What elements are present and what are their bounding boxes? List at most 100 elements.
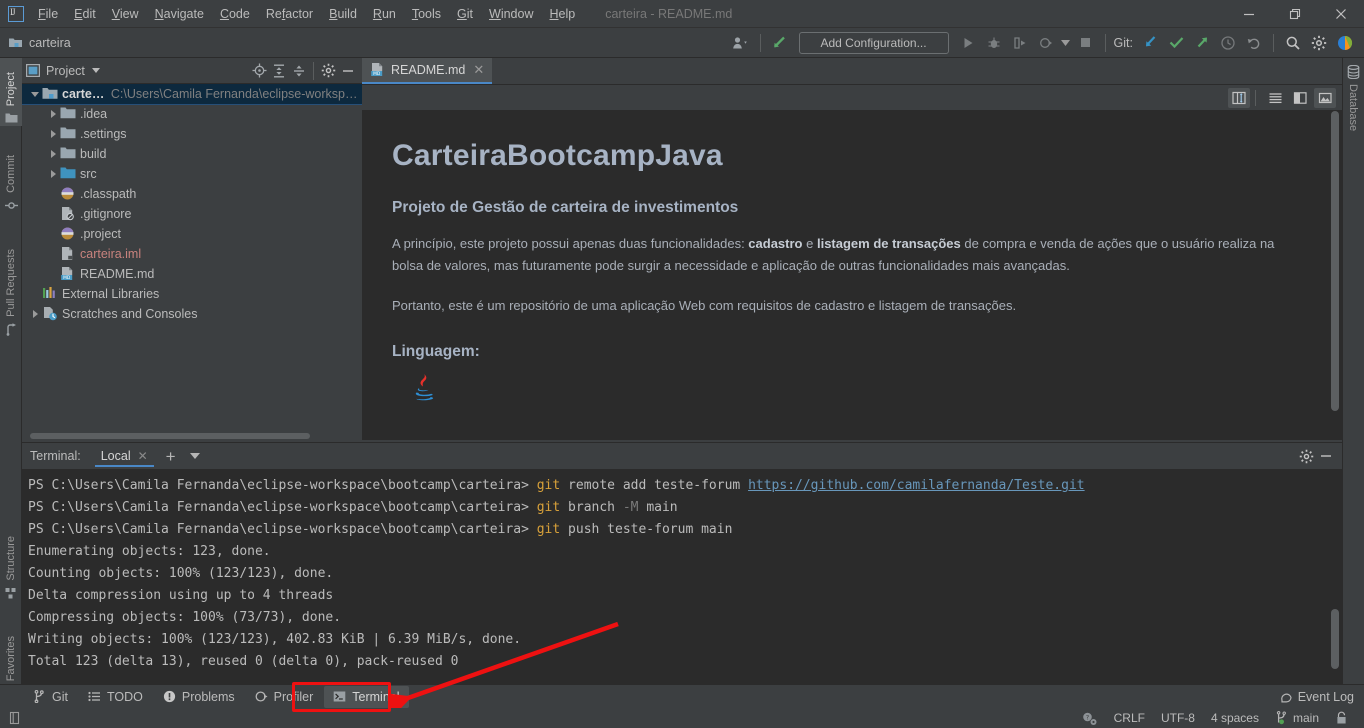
terminal-output[interactable]: PS C:\Users\Camila Fernanda\eclipse-work… (22, 469, 1342, 684)
sidebar-item-pull-requests[interactable]: Pull Requests (0, 226, 22, 338)
menu-build[interactable]: Build (321, 3, 365, 25)
indent-status[interactable]: 4 spaces (1211, 711, 1259, 725)
menu-edit[interactable]: Edit (66, 3, 104, 25)
show-source-icon[interactable] (1264, 88, 1286, 108)
project-tree-horizontal-scrollbar[interactable] (22, 431, 362, 440)
profile-icon[interactable] (1034, 31, 1058, 55)
close-button[interactable] (1318, 0, 1364, 28)
bottom-item-git[interactable]: Git (24, 686, 77, 708)
git-branch-status[interactable]: main (1275, 711, 1319, 725)
sidebar-item-structure[interactable]: Structure (0, 518, 22, 602)
hide-icon[interactable] (338, 61, 358, 81)
close-icon[interactable]: ✕ (138, 449, 148, 463)
editor-vertical-scrollbar[interactable] (1331, 111, 1339, 431)
twisty-right-icon[interactable] (46, 170, 60, 178)
close-icon[interactable]: ✕ (473, 62, 484, 78)
project-tree[interactable]: carteira C:\Users\Camila Fernanda\eclips… (22, 84, 362, 440)
twisty-down-icon[interactable] (28, 91, 42, 97)
line-separator-status[interactable]: CRLF (1114, 711, 1145, 725)
tree-node-idea[interactable]: .idea (22, 104, 362, 124)
chevron-down-icon[interactable] (91, 68, 100, 73)
inspections-icon[interactable]: ? (1081, 711, 1098, 726)
history-icon[interactable] (1216, 31, 1240, 55)
collapse-all-icon[interactable] (289, 61, 309, 81)
debug-icon[interactable] (982, 31, 1006, 55)
bottom-item-profiler[interactable]: Profiler (246, 686, 323, 708)
settings-icon[interactable] (1296, 446, 1316, 466)
sidebar-item-pull-requests-label: Pull Requests (5, 249, 17, 317)
sidebar-item-project[interactable]: Project (0, 58, 22, 126)
status-bar: ? CRLF UTF-8 4 spaces main (0, 708, 1364, 728)
push-icon[interactable] (1190, 31, 1214, 55)
tree-node-carteira-iml[interactable]: carteira.iml (22, 244, 362, 264)
bottom-item-terminal[interactable]: Terminal (324, 685, 409, 708)
tree-node-classpath[interactable]: .classpath (22, 184, 362, 204)
tree-node-gitignore[interactable]: .gitignore (22, 204, 362, 224)
add-configuration-button[interactable]: Add Configuration... (798, 31, 949, 54)
tree-node-readme[interactable]: MD README.md (22, 264, 362, 284)
commit-check-icon[interactable] (1164, 31, 1188, 55)
menu-file[interactable]: FFileile (30, 3, 66, 25)
stop-icon[interactable] (1074, 31, 1098, 55)
menu-refactor[interactable]: Refactor (258, 3, 321, 25)
twisty-right-icon[interactable] (46, 110, 60, 118)
tree-node-settings[interactable]: .settings (22, 124, 362, 144)
show-split-icon[interactable] (1289, 88, 1311, 108)
read-only-lock-icon[interactable] (1335, 711, 1348, 725)
toggle-toolbar-icon[interactable] (8, 711, 22, 725)
twisty-right-icon[interactable] (46, 130, 60, 138)
twisty-right-icon[interactable] (46, 150, 60, 158)
encoding-status[interactable]: UTF-8 (1161, 711, 1195, 725)
bottom-item-todo[interactable]: TODO (79, 686, 152, 708)
scrollbar-thumb[interactable] (1331, 111, 1339, 411)
maximize-button[interactable] (1272, 0, 1318, 28)
sidebar-item-database[interactable]: Database (1342, 62, 1364, 154)
settings-icon[interactable] (318, 61, 338, 81)
user-profile-icon[interactable] (729, 31, 753, 55)
tree-node-scratches[interactable]: Scratches and Consoles (22, 304, 362, 324)
new-terminal-tab-button[interactable]: + (166, 448, 176, 465)
run-icon[interactable] (956, 31, 980, 55)
intellij-idea-window: FFileile Edit View Navigate Code Refacto… (0, 0, 1364, 728)
markdown-preview[interactable]: CarteiraBootcampJava Projeto de Gestão d… (362, 111, 1342, 440)
menu-view[interactable]: View (104, 3, 147, 25)
select-opened-file-icon[interactable] (249, 61, 269, 81)
run-with-coverage-icon[interactable] (1008, 31, 1032, 55)
terminal-vertical-scrollbar[interactable] (1331, 609, 1339, 669)
scrollbar-thumb[interactable] (30, 433, 310, 439)
breadcrumb[interactable]: carteira (8, 36, 71, 50)
terminal-link[interactable]: https://github.com/camilafernanda/Teste.… (748, 478, 1085, 493)
svg-text:MD: MD (373, 71, 381, 77)
show-preview-icon[interactable] (1314, 87, 1336, 108)
menu-code[interactable]: Code (212, 3, 258, 25)
bottom-item-problems[interactable]: Problems (154, 686, 244, 708)
menu-git[interactable]: Git (449, 3, 481, 25)
settings-icon[interactable] (1307, 31, 1331, 55)
menu-tools[interactable]: Tools (404, 3, 449, 25)
event-log-button[interactable]: Event Log (1280, 690, 1354, 704)
split-layout-icon[interactable] (1228, 87, 1250, 108)
tree-node-external-libraries[interactable]: External Libraries (22, 284, 362, 304)
tree-node-project-file[interactable]: .project (22, 224, 362, 244)
terminal-tab-local[interactable]: Local ✕ (94, 446, 154, 467)
update-project-icon[interactable] (768, 31, 792, 55)
sidebar-item-commit[interactable]: Commit (0, 136, 22, 214)
menu-help[interactable]: Help (542, 3, 584, 25)
menu-run[interactable]: Run (365, 3, 404, 25)
chevron-down-icon[interactable] (1060, 31, 1072, 55)
menu-window[interactable]: Window (481, 3, 541, 25)
ide-feedback-icon[interactable] (1333, 31, 1357, 55)
menu-navigate[interactable]: Navigate (147, 3, 212, 25)
twisty-right-icon[interactable] (28, 310, 42, 318)
tab-readme-md[interactable]: MD README.md ✕ (362, 58, 493, 84)
tree-node-carteira[interactable]: carteira C:\Users\Camila Fernanda\eclips… (22, 84, 362, 105)
expand-all-icon[interactable] (269, 61, 289, 81)
rollback-icon[interactable] (1242, 31, 1266, 55)
tree-node-build[interactable]: build (22, 144, 362, 164)
search-everywhere-icon[interactable] (1281, 31, 1305, 55)
git-update-icon[interactable] (1138, 31, 1162, 55)
tree-node-src[interactable]: src (22, 164, 362, 184)
hide-icon[interactable] (1316, 446, 1336, 466)
chevron-down-icon[interactable] (189, 453, 200, 459)
minimize-button[interactable] (1226, 0, 1272, 28)
